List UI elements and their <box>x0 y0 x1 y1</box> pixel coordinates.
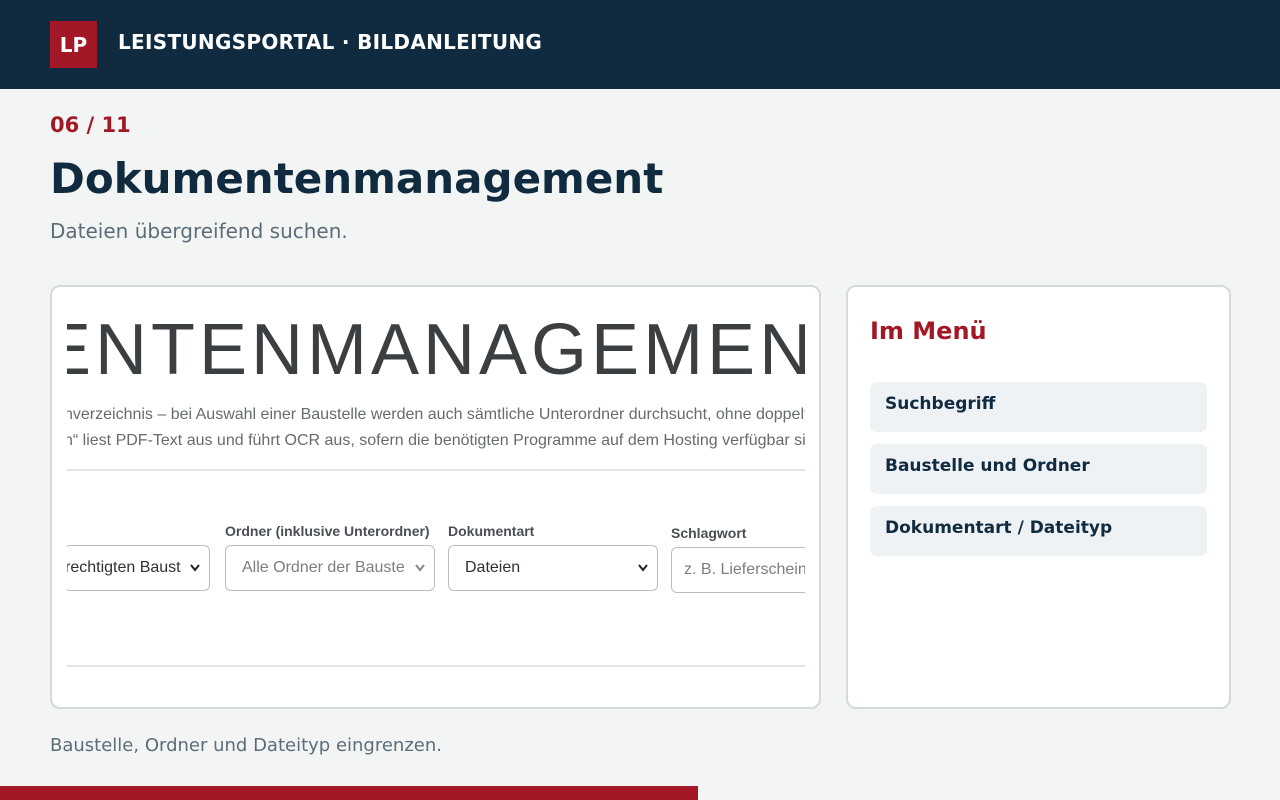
menu-card: Im Menü Suchbegriff Baustelle und Ordner… <box>846 285 1231 709</box>
dokumentart-select[interactable]: Dateien <box>448 545 658 591</box>
caption: Baustelle, Ordner und Dateityp eingrenze… <box>50 735 442 756</box>
screenshot-description-line-1: nverzeichnis – bei Auswahl einer Baustel… <box>67 406 805 423</box>
menu-item-suchbegriff[interactable]: Suchbegriff <box>870 382 1207 432</box>
top-bar: LP LEISTUNGSPORTAL · BILDANLEITUNG <box>0 0 1280 89</box>
divider <box>67 469 805 471</box>
app-title: LEISTUNGSPORTAL · BILDANLEITUNG <box>118 30 543 54</box>
dokumentart-label: Dokumentart <box>448 523 535 539</box>
schlagwort-label: Schlagwort <box>671 525 747 541</box>
screenshot-description-line-2: n“ liest PDF-Text aus und führt OCR aus,… <box>67 432 805 449</box>
progress-fill <box>0 786 698 800</box>
menu-item-baustelle-ordner[interactable]: Baustelle und Ordner <box>870 444 1207 494</box>
page-subtitle: Dateien übergreifend suchen. <box>50 219 348 243</box>
chevron-down-icon <box>638 564 648 572</box>
divider <box>67 665 805 667</box>
baustelle-select[interactable]: rechtigten Baust <box>67 545 210 591</box>
menu-item-dokumentart[interactable]: Dokumentart / Dateityp <box>870 506 1207 556</box>
menu-title: Im Menü <box>870 317 987 345</box>
screenshot-image: ENTENMANAGEMEN nverzeichnis – bei Auswah… <box>67 287 805 707</box>
schlagwort-input[interactable]: z. B. Lieferschein <box>671 547 805 593</box>
screenshot-heading: ENTENMANAGEMEN <box>67 310 805 390</box>
dokumentart-select-value: Dateien <box>465 559 521 576</box>
ordner-select[interactable]: Alle Ordner der Bauste <box>225 545 435 591</box>
chevron-down-icon <box>415 564 425 572</box>
chevron-down-icon <box>190 564 200 572</box>
step-counter: 06 / 11 <box>50 113 131 137</box>
ordner-select-value: Alle Ordner der Bauste <box>242 559 405 576</box>
ordner-label: Ordner (inklusive Unterordner) <box>225 523 430 539</box>
logo: LP <box>50 21 97 68</box>
page-title: Dokumentenmanagement <box>50 154 664 203</box>
baustelle-select-value: rechtigten Baust <box>67 559 181 576</box>
screenshot-card: ENTENMANAGEMEN nverzeichnis – bei Auswah… <box>50 285 821 709</box>
schlagwort-input-placeholder: z. B. Lieferschein <box>684 561 805 578</box>
progress-bar <box>0 786 1280 800</box>
